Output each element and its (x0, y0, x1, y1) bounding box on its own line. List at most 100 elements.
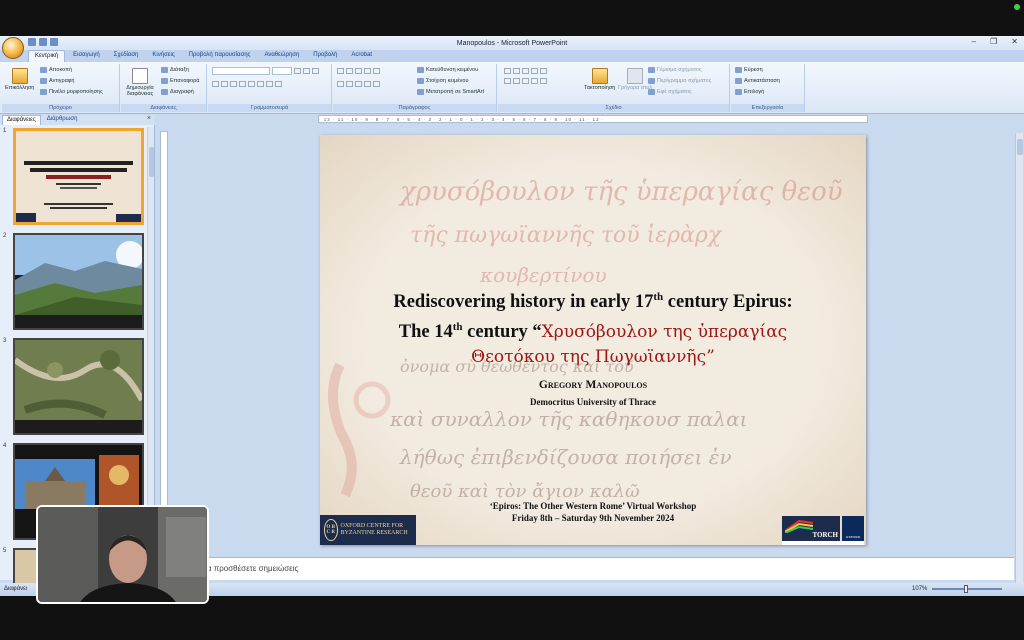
bold-icon[interactable] (212, 81, 219, 87)
arrange-button[interactable]: Τακτοποίηση (584, 68, 615, 91)
numbering-icon[interactable] (346, 68, 353, 74)
shape-curve-icon[interactable] (513, 78, 520, 84)
shape-oval-icon[interactable] (531, 68, 538, 74)
zoom-slider-knob[interactable] (964, 585, 968, 593)
replace-label: Αντικατάσταση (744, 78, 780, 84)
grow-font-icon[interactable] (294, 68, 301, 74)
align-text-label: Στοίχιση κειμένου (426, 78, 469, 84)
copy-button[interactable]: Αντιγραφή (40, 78, 74, 84)
window-controls: – ❐ ✕ (972, 37, 1018, 46)
ribbon-tabs: Κεντρική Εισαγωγή Σχεδίαση Κινήσεις Προβ… (0, 50, 1024, 62)
shape-rounded-icon[interactable] (540, 68, 547, 74)
shape-triangle-icon[interactable] (504, 78, 511, 84)
close-icon[interactable]: ✕ (1011, 37, 1018, 46)
find-button[interactable]: Εύρεση (735, 67, 763, 73)
bullets-icon[interactable] (337, 68, 344, 74)
panel-tab-outline[interactable]: Διάρθρωση (43, 115, 82, 125)
align-text-button[interactable]: Στοίχιση κειμένου (417, 78, 468, 84)
tab-acrobat[interactable]: Acrobat (345, 50, 378, 62)
slide-scroll-thumb[interactable] (1017, 139, 1023, 155)
italic-icon[interactable] (221, 81, 228, 87)
restore-icon[interactable]: ❐ (990, 37, 997, 46)
layout-icon (161, 67, 168, 73)
format-painter-button[interactable]: Πινέλο μορφοποίησης (40, 89, 103, 95)
slide-canvas[interactable]: χρυσόβουλον τῆς ὑπεραγίας θεοῦ τῆς πωγωϊ… (320, 135, 866, 545)
align-right-icon[interactable] (355, 81, 362, 87)
align-center-icon[interactable] (346, 81, 353, 87)
line-spacing-icon[interactable] (373, 68, 380, 74)
oxford-logo: OXFORD (842, 516, 864, 541)
zoom-level[interactable]: 107% (912, 586, 927, 592)
spacing-icon[interactable] (257, 81, 264, 87)
office-button[interactable] (2, 37, 24, 59)
webcam-overlay (36, 505, 209, 604)
format-painter-label: Πινέλο μορφοποίησης (49, 89, 103, 95)
underline-icon[interactable] (230, 81, 237, 87)
tab-home[interactable]: Κεντρική (28, 50, 66, 62)
screen: Manopoulos - Microsoft PowerPoint – ❐ ✕ … (0, 0, 1024, 640)
smartart-button[interactable]: Μετατροπή σε SmartArt (417, 89, 484, 95)
align-left-icon[interactable] (337, 81, 344, 87)
case-icon[interactable] (266, 81, 273, 87)
title-greek-text: Χρυσόβουλον της ὑπεραγίας (541, 322, 788, 343)
shape-more-icon[interactable] (540, 78, 547, 84)
title-text: The 14 (398, 322, 453, 343)
window-title: Manopoulos - Microsoft PowerPoint (456, 39, 568, 47)
tab-slideshow[interactable]: Προβολή παρουσίασης (183, 50, 257, 62)
reset-button[interactable]: Επαναφορά (161, 78, 199, 84)
manuscript-line: χρυσόβουλον τῆς ὑπεραγίας θεοῦ (400, 177, 843, 207)
layout-button[interactable]: Διάταξη (161, 67, 189, 73)
tab-insert[interactable]: Εισαγωγή (67, 50, 106, 62)
replace-button[interactable]: Αντικατάσταση (735, 78, 780, 84)
zoom-slider[interactable] (932, 585, 1002, 593)
strikethrough-icon[interactable] (239, 81, 246, 87)
text-direction-button[interactable]: Κατεύθυνση κειμένου (417, 67, 478, 73)
columns-icon[interactable] (373, 81, 380, 87)
shape-effects-button[interactable]: Εφέ σχήματος (648, 89, 692, 95)
panel-close-icon[interactable]: × (147, 115, 151, 122)
shape-outline-button[interactable]: Περίγραμμα σχήματος (648, 78, 711, 84)
cut-label: Αποκοπή (49, 67, 72, 73)
indent-decrease-icon[interactable] (355, 68, 362, 74)
font-name-dropdown[interactable] (212, 67, 270, 75)
clear-format-icon[interactable] (312, 68, 319, 74)
shape-star-icon[interactable] (531, 78, 538, 84)
shape-brace-icon[interactable] (522, 78, 529, 84)
copy-label: Αντιγραφή (49, 78, 75, 84)
tab-review[interactable]: Αναθεώρηση (258, 50, 305, 62)
clipboard-group-label: Πρόχειρο (2, 104, 119, 112)
copy-icon (40, 78, 47, 84)
shape-fill-button[interactable]: Γέμισμα σχήματος (648, 67, 702, 73)
shape-line-icon[interactable] (513, 68, 520, 74)
shrink-font-icon[interactable] (303, 68, 310, 74)
minimize-icon[interactable]: – (972, 37, 976, 46)
cursor-icon (735, 89, 742, 95)
shapes-gallery-row2 (504, 78, 547, 84)
font-color-icon[interactable] (275, 81, 282, 87)
slide-title-line-1: Rediscovering history in early 17th cent… (320, 285, 866, 315)
font-size-dropdown[interactable] (272, 67, 292, 75)
shadow-icon[interactable] (248, 81, 255, 87)
editing-group: Εύρεση Αντικατάσταση Επιλογή Επεξεργασία (731, 64, 805, 112)
delete-slide-button[interactable]: Διαγραφή (161, 89, 194, 95)
torch-stripes-icon (785, 519, 814, 533)
tab-view[interactable]: Προβολή (307, 50, 343, 62)
indent-increase-icon[interactable] (364, 68, 371, 74)
cut-button[interactable]: Αποκοπή (40, 67, 72, 73)
panel-tab-slides[interactable]: Διαφάνειες (2, 115, 41, 125)
justify-icon[interactable] (364, 81, 371, 87)
tab-animations[interactable]: Κινήσεις (146, 50, 180, 62)
slides-group-label: Διαφάνειες (121, 104, 206, 112)
new-slide-button[interactable]: Δημιουργία διαφάνειας (123, 68, 157, 97)
shape-arrow-icon[interactable] (522, 68, 529, 74)
notes-placeholder: α να προσθέσετε σημειώσεις (196, 564, 299, 573)
shape-rect-icon[interactable] (504, 68, 511, 74)
notes-pane[interactable]: α να προσθέσετε σημειώσεις (156, 557, 1014, 580)
smartart-label: Μετατροπή σε SmartArt (426, 89, 485, 95)
panel-scroll-thumb[interactable] (149, 147, 154, 177)
slide-scrollbar[interactable] (1015, 133, 1023, 583)
select-button[interactable]: Επιλογή (735, 89, 764, 95)
paste-label: Επικόλληση (5, 85, 35, 91)
tab-design[interactable]: Σχεδίαση (108, 50, 145, 62)
paste-button[interactable]: Επικόλληση (5, 68, 34, 91)
